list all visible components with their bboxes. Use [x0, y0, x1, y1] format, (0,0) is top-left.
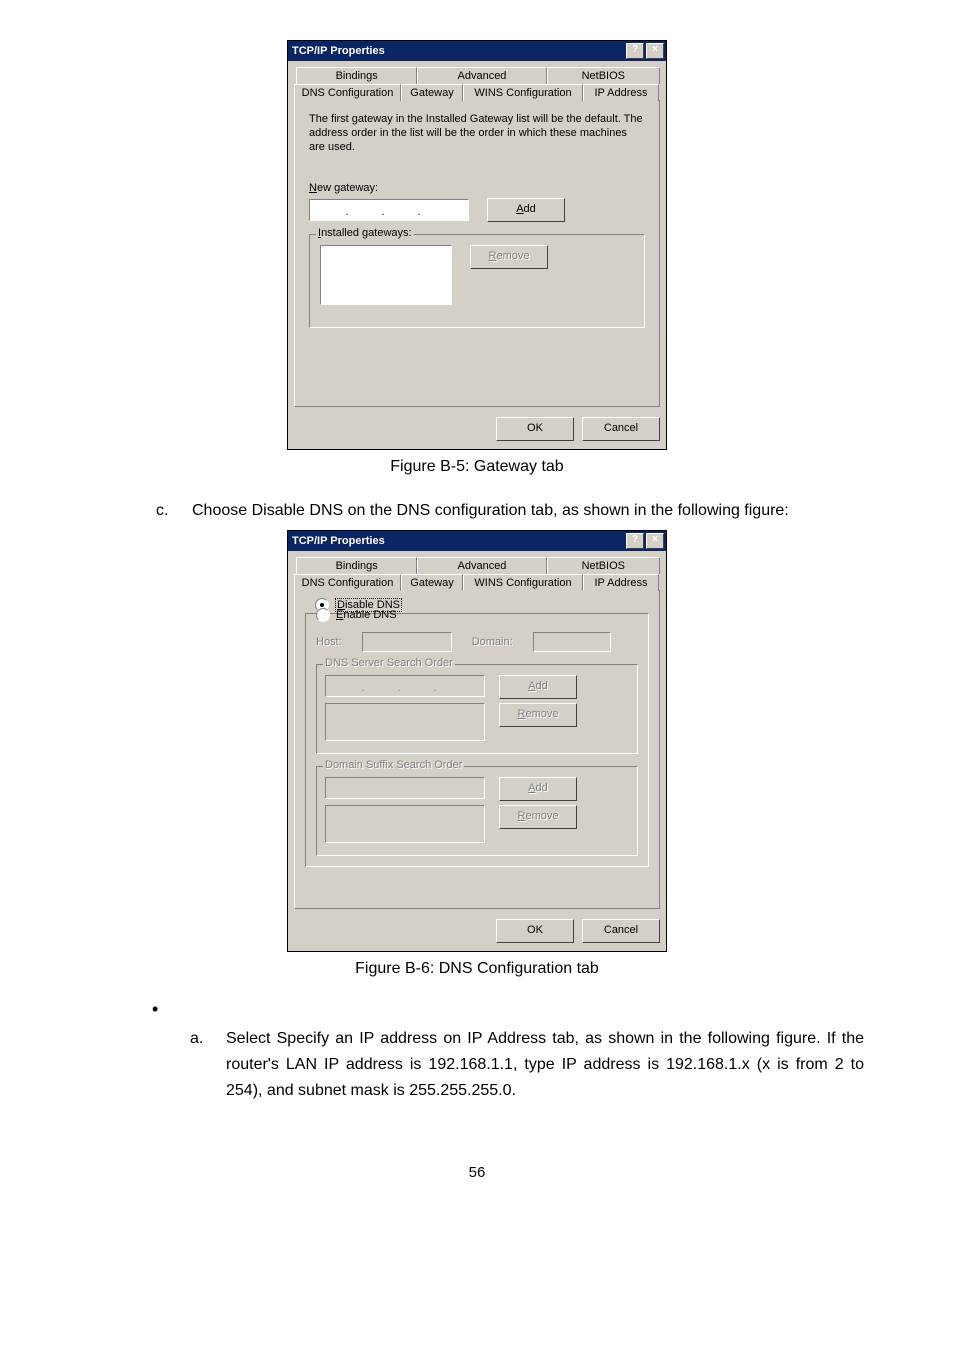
- close-icon[interactable]: ×: [646, 533, 664, 549]
- domain-suffix-list[interactable]: [325, 805, 485, 843]
- domain-input[interactable]: [533, 632, 611, 652]
- tab-ip-address[interactable]: IP Address: [583, 84, 659, 101]
- bullet: •: [152, 1000, 864, 1018]
- cancel-button[interactable]: Cancel: [582, 417, 660, 441]
- dns-add-button[interactable]: Add: [499, 675, 577, 699]
- tab-bindings[interactable]: Bindings: [296, 557, 417, 574]
- host-input[interactable]: [362, 632, 452, 652]
- list-marker-a: a.: [190, 1026, 226, 1104]
- domain-label: Domain:: [472, 636, 513, 648]
- enable-dns-radio[interactable]: Enable DNS: [316, 608, 638, 622]
- ok-button[interactable]: OK: [496, 919, 574, 943]
- tab-netbios[interactable]: NetBIOS: [547, 67, 660, 84]
- tab-gateway[interactable]: Gateway: [401, 574, 463, 591]
- tab-ip-address[interactable]: IP Address: [583, 574, 659, 591]
- suffix-remove-button[interactable]: Remove: [499, 805, 577, 829]
- tab-dns-configuration[interactable]: DNS Configuration: [294, 574, 401, 591]
- step-a-text: Select Specify an IP address on IP Addre…: [226, 1026, 864, 1104]
- tab-wins-configuration[interactable]: WINS Configuration: [463, 84, 583, 101]
- step-c-text: Choose Disable DNS on the DNS configurat…: [192, 498, 789, 524]
- domain-suffix-input[interactable]: [325, 777, 485, 799]
- titlebar: TCP/IP Properties ? ×: [288, 531, 666, 551]
- tab-wins-configuration[interactable]: WINS Configuration: [463, 574, 583, 591]
- dns-server-ip-input[interactable]: . . .: [325, 675, 485, 697]
- tab-dns-configuration[interactable]: DNS Configuration: [294, 84, 401, 101]
- ok-button[interactable]: OK: [496, 417, 574, 441]
- dialog-title: TCP/IP Properties: [292, 535, 385, 547]
- cancel-button[interactable]: Cancel: [582, 919, 660, 943]
- page-number: 56: [90, 1164, 864, 1181]
- new-gateway-label: New gateway:: [309, 182, 645, 194]
- installed-gateways-list[interactable]: [320, 245, 452, 305]
- radio-icon: [316, 608, 330, 622]
- dns-remove-button[interactable]: Remove: [499, 703, 577, 727]
- suffix-add-button[interactable]: Add: [499, 777, 577, 801]
- gateway-instructions: The first gateway in the Installed Gatew…: [309, 112, 645, 154]
- new-gateway-input[interactable]: . . .: [309, 199, 469, 221]
- list-marker-c: c.: [156, 498, 192, 524]
- dialog-title: TCP/IP Properties: [292, 45, 385, 57]
- tab-advanced[interactable]: Advanced: [417, 557, 546, 574]
- enable-dns-label: Enable DNS: [336, 609, 397, 621]
- domain-suffix-search-order-label: Domain Suffix Search Order: [323, 759, 464, 771]
- tab-gateway[interactable]: Gateway: [401, 84, 463, 101]
- tcpip-properties-dialog-dns: TCP/IP Properties ? × Bindings Advanced …: [287, 530, 667, 952]
- installed-gateways-label: Installed gateways:: [316, 227, 414, 239]
- tcpip-properties-dialog-gateway: TCP/IP Properties ? × Bindings Advanced …: [287, 40, 667, 450]
- dns-server-list[interactable]: [325, 703, 485, 741]
- figure-b6-caption: Figure B-6: DNS Configuration tab: [90, 960, 864, 978]
- add-button[interactable]: Add: [487, 198, 565, 222]
- host-label: Host:: [316, 636, 342, 648]
- figure-b5-caption: Figure B-5: Gateway tab: [90, 458, 864, 476]
- dns-server-search-order-label: DNS Server Search Order: [323, 657, 455, 669]
- titlebar: TCP/IP Properties ? ×: [288, 41, 666, 61]
- tab-netbios[interactable]: NetBIOS: [547, 557, 660, 574]
- tab-advanced[interactable]: Advanced: [417, 67, 546, 84]
- close-icon[interactable]: ×: [646, 43, 664, 59]
- tab-bindings[interactable]: Bindings: [296, 67, 417, 84]
- help-icon[interactable]: ?: [626, 43, 644, 59]
- help-icon[interactable]: ?: [626, 533, 644, 549]
- remove-button[interactable]: Remove: [470, 245, 548, 269]
